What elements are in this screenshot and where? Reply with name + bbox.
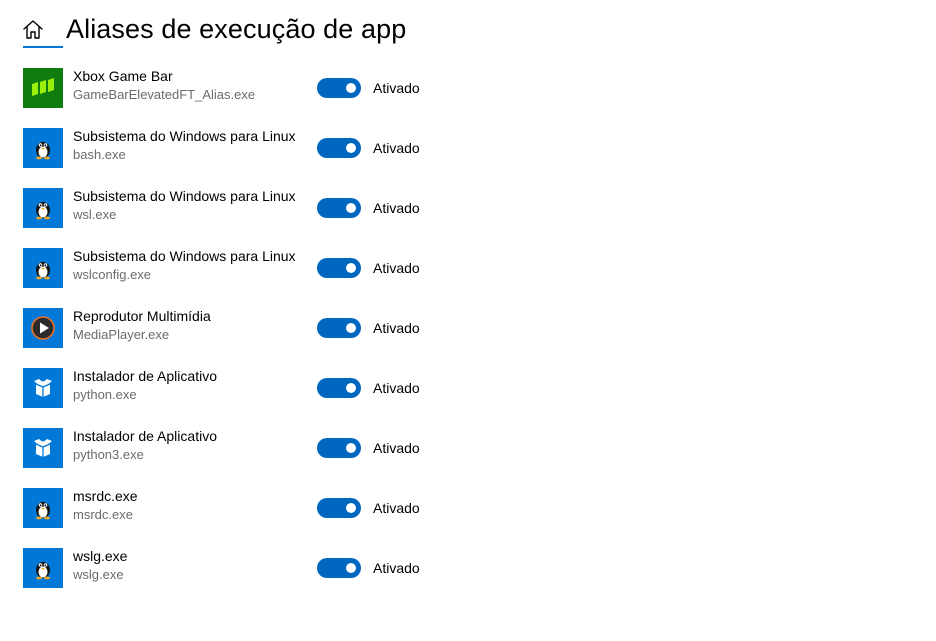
alias-toggle[interactable] xyxy=(317,438,361,458)
toggle-state-label: Ativado xyxy=(373,80,420,96)
xbox-game-bar-icon xyxy=(23,68,63,108)
app-executable: msrdc.exe xyxy=(73,507,133,522)
toggle-knob xyxy=(346,383,356,393)
alias-toggle[interactable] xyxy=(317,138,361,158)
alias-toggle[interactable] xyxy=(317,258,361,278)
alias-row: wslg.exe wslg.exe Ativado xyxy=(0,527,936,588)
toggle-knob xyxy=(346,83,356,93)
penguin-icon xyxy=(23,548,63,588)
app-name: Instalador de Aplicativo xyxy=(73,368,217,384)
alias-row: Subsistema do Windows para Linux wslconfi… xyxy=(0,227,936,288)
alias-row: Subsistema do Windows para Linux wsl.exe A… xyxy=(0,167,936,228)
toggle-state-label: Ativado xyxy=(373,500,420,516)
app-executable: wsl.exe xyxy=(73,207,117,222)
toggle-knob xyxy=(346,203,356,213)
toggle-knob xyxy=(346,263,356,273)
toggle-state-label: Ativado xyxy=(373,380,420,396)
toggle-knob xyxy=(346,323,356,333)
page-header: Aliases de execução de app xyxy=(0,0,936,46)
app-name: msrdc.exe xyxy=(73,488,138,504)
app-name: Instalador de Aplicativo xyxy=(73,428,217,444)
app-name: Xbox Game Bar xyxy=(73,68,173,84)
app-executable: python.exe xyxy=(73,387,137,402)
toggle-state-label: Ativado xyxy=(373,140,420,156)
alias-list: Windows Package Manager Clientwinget.exe… xyxy=(0,0,936,588)
penguin-icon xyxy=(23,128,63,168)
toggle-knob xyxy=(346,503,356,513)
app-executable: GameBarElevatedFT_Alias.exe xyxy=(73,87,256,102)
page-title: Aliases de execução de app xyxy=(66,14,407,44)
alias-row: msrdc.exe msrdc.exe Ativado xyxy=(0,467,936,528)
package-icon xyxy=(23,428,63,468)
alias-toggle[interactable] xyxy=(317,558,361,578)
app-name: Subsistema do Windows para Linux xyxy=(73,248,296,264)
alias-row: Instalador de Aplicativo python3.exe Ativa… xyxy=(0,407,936,468)
app-name: Reprodutor Multimídia xyxy=(73,308,211,324)
alias-row: Xbox Game Bar GameBarElevatedFT_Alias.exe… xyxy=(0,47,936,108)
toggle-knob xyxy=(346,143,356,153)
alias-toggle[interactable] xyxy=(317,78,361,98)
toggle-state-label: Ativado xyxy=(373,560,420,576)
alias-toggle[interactable] xyxy=(317,378,361,398)
app-executable: python3.exe xyxy=(73,447,144,462)
toggle-state-label: Ativado xyxy=(373,440,420,456)
app-executable: wslconfig.exe xyxy=(73,267,152,282)
app-executable: MediaPlayer.exe xyxy=(73,327,170,342)
alias-row: Instalador de Aplicativo python.exe Ativad… xyxy=(0,347,936,408)
toggle-knob xyxy=(346,563,356,573)
alias-toggle[interactable] xyxy=(317,498,361,518)
toggle-state-label: Ativado xyxy=(373,200,420,216)
toggle-knob xyxy=(346,443,356,453)
toggle-state-label: Ativado xyxy=(373,320,420,336)
app-name: Subsistema do Windows para Linux xyxy=(73,128,296,144)
alias-toggle[interactable] xyxy=(317,318,361,338)
alias-toggle[interactable] xyxy=(317,198,361,218)
app-executable: bash.exe xyxy=(73,147,126,162)
app-executable: wslg.exe xyxy=(73,567,124,582)
app-name: wslg.exe xyxy=(73,548,128,564)
app-name: Subsistema do Windows para Linux xyxy=(73,188,296,204)
alias-row: Reprodutor Multimídia MediaPlayer.exe Ativ… xyxy=(0,287,936,348)
home-icon[interactable] xyxy=(20,17,46,43)
penguin-icon xyxy=(23,248,63,288)
penguin-icon xyxy=(23,488,63,528)
package-icon xyxy=(23,368,63,408)
toggle-state-label: Ativado xyxy=(373,260,420,276)
penguin-icon xyxy=(23,188,63,228)
alias-row: Subsistema do Windows para Linux bash.exe… xyxy=(0,107,936,168)
media-player-icon xyxy=(23,308,63,348)
